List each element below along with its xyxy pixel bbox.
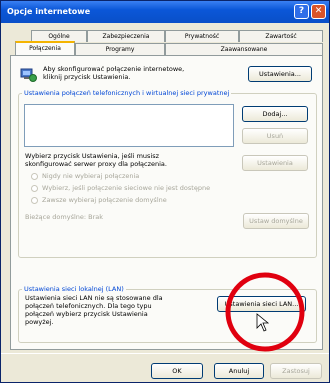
internet-options-window: Opcje internetowe ? ✕ Ogólne Zabezpiecze…	[0, 0, 330, 383]
mouse-cursor-icon	[256, 313, 270, 332]
highlight-overlay	[225, 272, 305, 352]
tab-connections[interactable]: Połączenia	[15, 41, 75, 55]
highlight-circle	[225, 272, 305, 352]
